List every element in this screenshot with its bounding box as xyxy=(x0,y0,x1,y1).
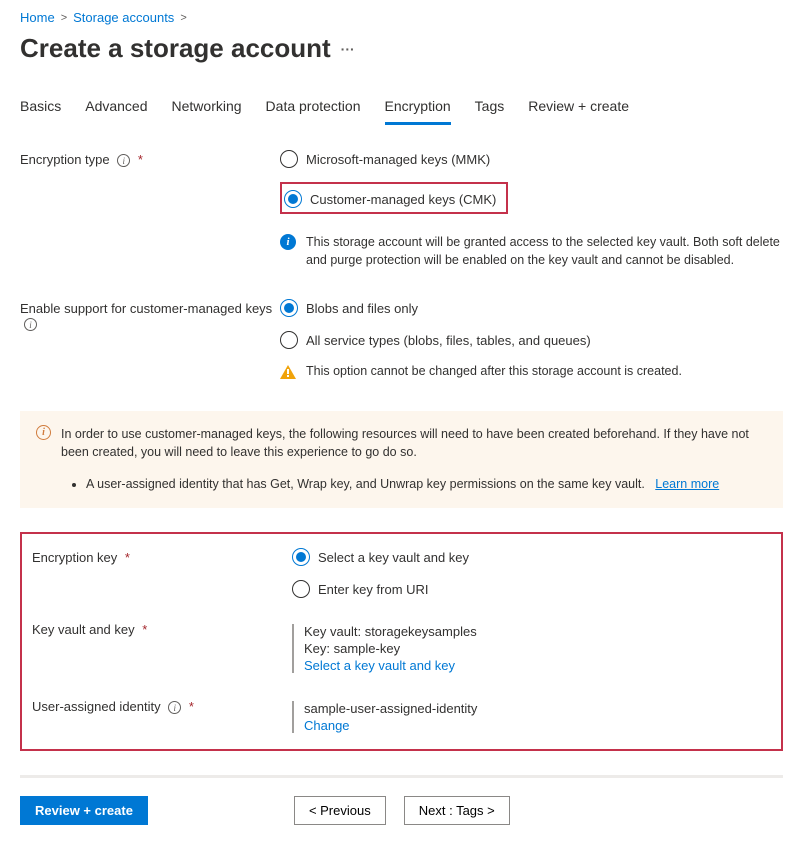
info-icon[interactable]: i xyxy=(24,318,37,331)
required-indicator: * xyxy=(138,152,143,167)
info-icon: i xyxy=(280,234,296,250)
callout-bullet: A user-assigned identity that has Get, W… xyxy=(86,474,767,494)
radio-enter-uri-label: Enter key from URI xyxy=(318,582,429,597)
radio-icon xyxy=(284,190,302,208)
info-icon[interactable]: i xyxy=(117,154,130,167)
radio-select-keyvault[interactable]: Select a key vault and key xyxy=(292,548,771,566)
more-menu-icon[interactable]: ··· xyxy=(341,41,355,57)
radio-icon xyxy=(280,331,298,349)
required-indicator: * xyxy=(125,550,130,565)
breadcrumb: Home > Storage accounts > xyxy=(20,10,783,25)
change-identity-link[interactable]: Change xyxy=(304,718,350,733)
warning-icon xyxy=(280,365,296,379)
cmk-support-label: Enable support for customer-managed keys… xyxy=(20,299,280,401)
radio-mmk-label: Microsoft-managed keys (MMK) xyxy=(306,152,490,167)
select-keyvault-link[interactable]: Select a key vault and key xyxy=(304,658,455,673)
encryption-type-label: Encryption type i * xyxy=(20,150,280,289)
key-value: Key: sample-key xyxy=(304,641,771,656)
tab-tags[interactable]: Tags xyxy=(475,92,505,125)
previous-button[interactable]: < Previous xyxy=(294,796,386,825)
breadcrumb-home[interactable]: Home xyxy=(20,10,55,25)
cmk-support-warning: This option cannot be changed after this… xyxy=(280,363,783,381)
radio-all-services[interactable]: All service types (blobs, files, tables,… xyxy=(280,331,783,349)
radio-cmk-label: Customer-managed keys (CMK) xyxy=(310,192,496,207)
radio-mmk[interactable]: Microsoft-managed keys (MMK) xyxy=(280,150,783,168)
cmk-info-note: i This storage account will be granted a… xyxy=(280,234,783,269)
user-assigned-identity-value: sample-user-assigned-identity Change xyxy=(292,701,771,733)
required-indicator: * xyxy=(189,699,194,714)
radio-icon xyxy=(292,580,310,598)
wizard-footer: Review + create < Previous Next : Tags > xyxy=(20,796,783,825)
prerequisites-callout: i In order to use customer-managed keys,… xyxy=(20,411,783,509)
cmk-support-warning-text: This option cannot be changed after this… xyxy=(306,363,682,381)
keyvault-key-value: Key vault: storagekeysamples Key: sample… xyxy=(292,624,771,673)
page-title: Create a storage account ··· xyxy=(20,33,783,64)
radio-blobs-files-label: Blobs and files only xyxy=(306,301,418,316)
review-create-button[interactable]: Review + create xyxy=(20,796,148,825)
encryption-key-label: Encryption key * xyxy=(32,548,292,602)
required-indicator: * xyxy=(142,622,147,637)
radio-blobs-files[interactable]: Blobs and files only xyxy=(280,299,783,317)
radio-cmk[interactable]: Customer-managed keys (CMK) xyxy=(284,190,496,208)
page-title-text: Create a storage account xyxy=(20,33,331,64)
radio-icon xyxy=(292,548,310,566)
callout-text: In order to use customer-managed keys, t… xyxy=(61,425,767,463)
radio-all-services-label: All service types (blobs, files, tables,… xyxy=(306,333,591,348)
radio-select-keyvault-label: Select a key vault and key xyxy=(318,550,469,565)
breadcrumb-storage-accounts[interactable]: Storage accounts xyxy=(73,10,174,25)
radio-enter-uri[interactable]: Enter key from URI xyxy=(292,580,771,598)
cmk-info-text: This storage account will be granted acc… xyxy=(306,234,783,269)
chevron-right-icon: > xyxy=(61,12,67,24)
tab-networking[interactable]: Networking xyxy=(172,92,242,125)
wizard-tabs: Basics Advanced Networking Data protecti… xyxy=(20,92,783,126)
user-assigned-identity-label: User-assigned identity i * xyxy=(32,697,292,735)
tab-review-create[interactable]: Review + create xyxy=(528,92,629,125)
footer-divider xyxy=(20,775,783,778)
tab-encryption[interactable]: Encryption xyxy=(385,92,451,125)
radio-icon xyxy=(280,299,298,317)
highlight-key-settings: Encryption key * Select a key vault and … xyxy=(20,532,783,751)
info-icon[interactable]: i xyxy=(168,701,181,714)
radio-icon xyxy=(280,150,298,168)
tab-data-protection[interactable]: Data protection xyxy=(266,92,361,125)
keyvault-key-label: Key vault and key * xyxy=(32,620,292,675)
next-button[interactable]: Next : Tags > xyxy=(404,796,510,825)
identity-value: sample-user-assigned-identity xyxy=(304,701,771,716)
info-icon: i xyxy=(36,425,51,440)
highlight-cmk-option: Customer-managed keys (CMK) xyxy=(280,182,508,214)
learn-more-link[interactable]: Learn more xyxy=(655,477,719,491)
tab-advanced[interactable]: Advanced xyxy=(85,92,147,125)
chevron-right-icon: > xyxy=(180,12,186,24)
keyvault-value: Key vault: storagekeysamples xyxy=(304,624,771,639)
tab-basics[interactable]: Basics xyxy=(20,92,61,125)
